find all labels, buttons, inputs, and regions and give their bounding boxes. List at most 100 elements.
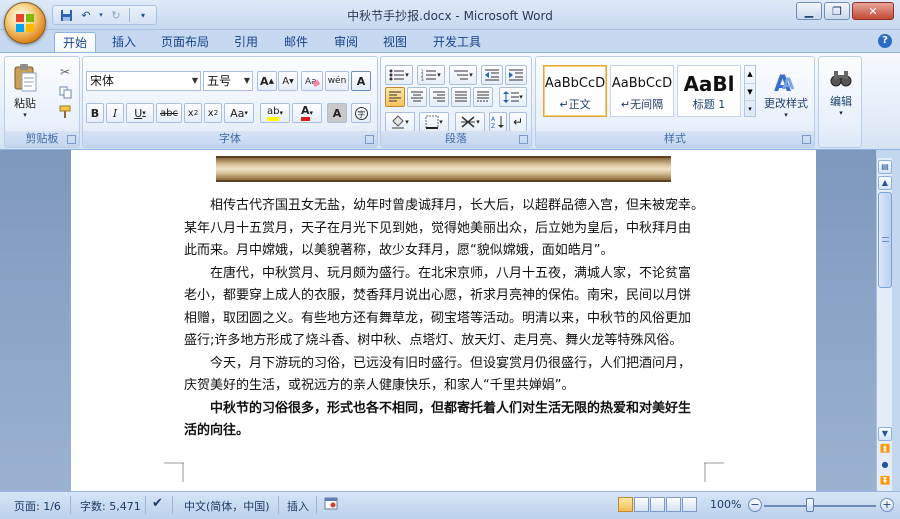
clear-formatting-icon[interactable]: Aa (301, 71, 323, 91)
show-hide-marks-button[interactable]: ↵ (509, 112, 527, 132)
macro-record-icon[interactable] (324, 497, 338, 513)
document-page[interactable]: 相传古代齐国丑女无盐，幼年时曾虔诚拜月，长大后，以超群品德入宫，但未被宠幸。 某… (71, 150, 816, 491)
paragraph-2[interactable]: 在唐代，中秋赏月、玩月颇为盛行。在北宋京师，八月十五夜，满城人家，不论贫富 老小… (184, 263, 704, 353)
zoom-level[interactable]: 100% (710, 498, 741, 511)
gallery-up-icon[interactable]: ▲ (745, 66, 755, 83)
zoom-slider-track[interactable] (764, 505, 876, 507)
office-button[interactable] (4, 2, 46, 44)
tab-mailings[interactable]: 邮件 (276, 32, 316, 52)
font-name-combo[interactable]: 宋体 ▼ (86, 71, 201, 91)
style-heading-1[interactable]: AaBl 标题 1 (677, 65, 741, 117)
paste-button[interactable]: 粘贴 ▾ (9, 61, 41, 121)
shading-button[interactable]: ▾ (385, 112, 415, 132)
gallery-more-icon[interactable]: ▾ (745, 100, 755, 116)
tab-page-layout[interactable]: 页面布局 (152, 32, 218, 52)
paragraph-3[interactable]: 今天，月下游玩的习俗，已远没有旧时盛行。但设宴赏月仍很盛行，人们把酒问月， 庆贺… (184, 353, 704, 398)
bold-button[interactable]: B (86, 103, 104, 123)
ruler-toggle-icon[interactable]: ▤ (878, 160, 892, 174)
font-color-button[interactable]: A ▾ (292, 103, 322, 123)
highlight-button[interactable]: ab ▾ (260, 103, 290, 123)
svg-text:A: A (491, 116, 496, 123)
minimize-button[interactable]: ▁ (796, 2, 822, 20)
restore-button[interactable]: ❐ (824, 2, 850, 20)
shrink-font-button[interactable]: A ▼ (278, 71, 298, 91)
subscript-button[interactable]: x2 (184, 103, 202, 123)
outline-view-icon[interactable] (666, 497, 681, 512)
justify-button[interactable] (451, 87, 471, 107)
character-border-icon[interactable]: A (351, 71, 371, 91)
ribbon-tabs: 开始 插入 页面布局 引用 邮件 审阅 视图 开发工具 ? (0, 30, 900, 52)
enclose-characters-icon[interactable]: 字 (351, 103, 371, 123)
styles-group: AaBbCcD ↵正文 AaBbCcD ↵无间隔 AaBl 标题 1 ▲ ▼ ▾… (535, 56, 815, 148)
vertical-scrollbar[interactable]: ▤ ▲ ▼ ⏫ ● ⏬ (876, 158, 892, 491)
grow-font-button[interactable]: A ▲ (257, 71, 277, 91)
underline-button[interactable]: U ▾ (126, 103, 154, 123)
scroll-thumb[interactable] (878, 192, 892, 288)
align-left-button[interactable] (385, 87, 405, 107)
line-spacing-button[interactable]: ▾ (499, 87, 527, 107)
numbering-button[interactable]: 1 2 3 ▾ (417, 65, 445, 85)
styles-launcher-icon[interactable] (802, 135, 811, 144)
cut-icon[interactable]: ✂ (55, 63, 75, 81)
close-button[interactable]: ✕ (852, 2, 894, 20)
decrease-indent-button[interactable] (481, 65, 503, 85)
text-line: 盛行;许多地方形成了烧斗香、树中秋、点塔灯、放天灯、走月亮、舞火龙等特殊风俗。 (184, 333, 683, 348)
superscript-button[interactable]: x2 (204, 103, 222, 123)
previous-page-icon[interactable]: ⏫ (878, 443, 892, 457)
change-styles-button[interactable]: A A 更改样式 ▾ (760, 63, 812, 125)
paragraph-1[interactable]: 相传古代齐国丑女无盐，幼年时曾虔诚拜月，长大后，以超群品德入宫，但未被宠幸。 某… (184, 195, 704, 263)
copy-icon[interactable] (55, 83, 75, 101)
bullets-button[interactable]: ▾ (385, 65, 413, 85)
full-screen-reading-view-icon[interactable] (634, 497, 649, 512)
help-icon[interactable]: ? (878, 34, 892, 48)
zoom-out-icon[interactable]: − (748, 498, 762, 512)
gallery-down-icon[interactable]: ▼ (745, 83, 755, 100)
draft-view-icon[interactable] (682, 497, 697, 512)
proofing-icon[interactable]: ✔ (152, 496, 163, 511)
sort-button[interactable]: AZ (489, 112, 507, 132)
align-right-button[interactable] (429, 87, 449, 107)
insert-mode[interactable]: 插入 (287, 498, 309, 514)
clipboard-launcher-icon[interactable] (67, 135, 76, 144)
font-size-combo[interactable]: 五号 ▼ (203, 71, 253, 91)
language-indicator[interactable]: 中文(简体，中国) (184, 498, 270, 514)
chevron-down-icon: ▼ (243, 76, 250, 85)
font-launcher-icon[interactable] (365, 135, 374, 144)
phonetic-guide-icon[interactable]: wén (325, 71, 349, 91)
text-line: 在唐代，中秋赏月、玩月颇为盛行。在北宋京师，八月十五夜，满城人家，不论贫富 (210, 265, 692, 281)
style-normal[interactable]: AaBbCcD ↵正文 (543, 65, 607, 117)
status-separator (316, 496, 317, 514)
paragraph-launcher-icon[interactable] (519, 135, 528, 144)
distributed-align-button[interactable] (473, 87, 493, 107)
tab-references[interactable]: 引用 (226, 32, 266, 52)
scroll-down-icon[interactable]: ▼ (878, 427, 892, 441)
web-layout-view-icon[interactable] (650, 497, 665, 512)
align-center-button[interactable] (407, 87, 427, 107)
format-painter-icon[interactable] (55, 103, 75, 121)
page-count[interactable]: 页面: 1/6 (14, 498, 61, 514)
borders-button[interactable]: ▾ (419, 112, 449, 132)
increase-indent-button[interactable] (505, 65, 527, 85)
title-bar: ↶ ▾ ↻ ▾ 中秋节手抄报.docx - Microsoft Word ▁ ❐… (0, 0, 900, 30)
word-count[interactable]: 字数: 5,471 (80, 498, 141, 514)
scroll-up-icon[interactable]: ▲ (878, 176, 892, 190)
style-no-spacing[interactable]: AaBbCcD ↵无间隔 (610, 65, 674, 117)
change-case-button[interactable]: Aa ▾ (224, 103, 254, 123)
zoom-slider-thumb[interactable] (806, 498, 814, 512)
next-page-icon[interactable]: ⏬ (878, 475, 892, 489)
tab-review[interactable]: 审阅 (326, 32, 366, 52)
strikethrough-button[interactable]: abc (156, 103, 182, 123)
print-layout-view-icon[interactable] (618, 497, 633, 512)
character-shading-icon[interactable]: A (327, 103, 347, 123)
zoom-in-icon[interactable]: + (880, 498, 894, 512)
tab-view[interactable]: 视图 (375, 32, 415, 52)
italic-button[interactable]: I (106, 103, 124, 123)
tab-home[interactable]: 开始 (54, 32, 96, 52)
paragraph-4[interactable]: 中秋节的习俗很多，形式也各不相同，但都寄托着人们对生活无限的热爱和对美好生 活的… (184, 398, 704, 443)
tab-developer[interactable]: 开发工具 (424, 32, 490, 52)
tab-insert[interactable]: 插入 (104, 32, 144, 52)
editing-button[interactable]: 编辑 ▾ (823, 61, 859, 123)
chinese-layout-button[interactable]: ▾ (455, 112, 485, 132)
select-browse-object-icon[interactable]: ● (878, 459, 892, 473)
multilevel-list-button[interactable]: ▾ (449, 65, 477, 85)
